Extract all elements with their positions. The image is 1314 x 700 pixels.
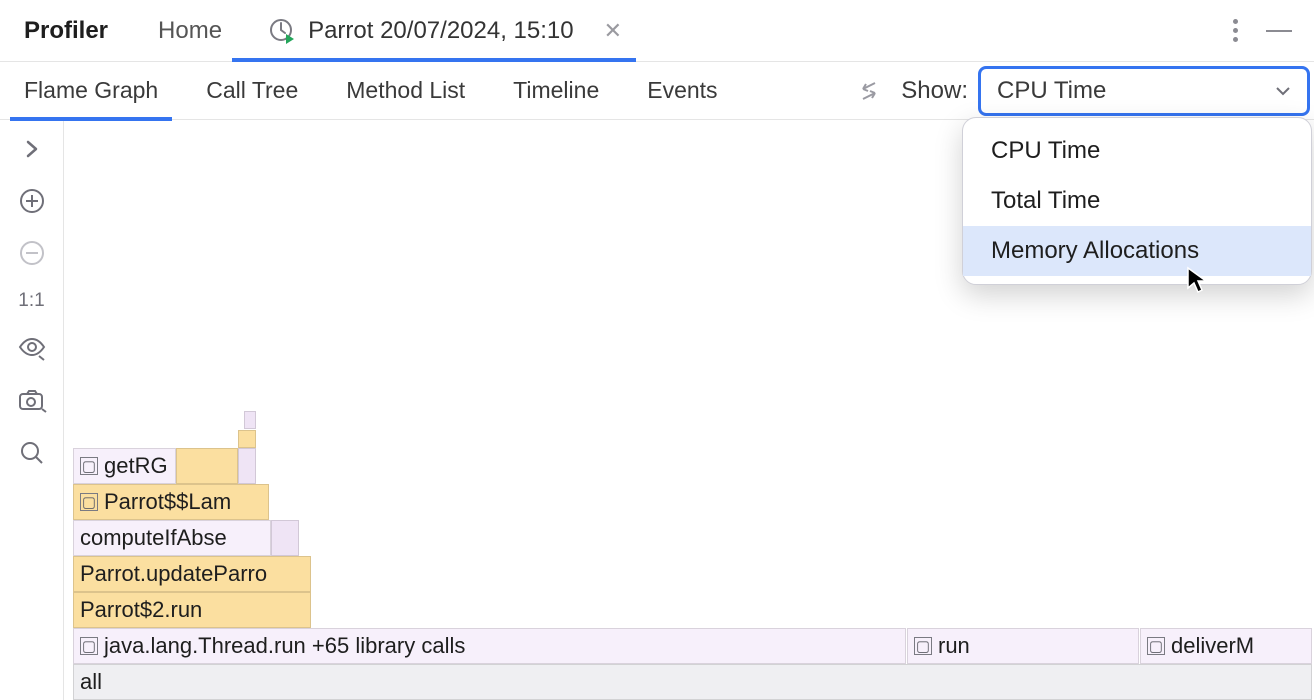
close-icon[interactable]: ✕: [604, 18, 622, 44]
flame-frame-compute[interactable]: computeIfAbse: [73, 520, 271, 556]
dropdown-option-cpu-time[interactable]: CPU Time: [963, 126, 1311, 176]
flame-frame-lambda[interactable]: ▢ Parrot$$Lam: [73, 484, 269, 520]
zoom-in-icon[interactable]: [17, 186, 47, 216]
flame-frame-all[interactable]: all: [73, 664, 1312, 700]
focus-icon[interactable]: [17, 334, 47, 364]
show-dropdown-menu: CPU Time Total Time Memory Allocations: [962, 117, 1312, 285]
view-tab-bar: Flame Graph Call Tree Method List Timeli…: [0, 62, 1314, 120]
title-bar: Profiler Home Parrot 20/07/2024, 15:10 ✕: [0, 0, 1314, 62]
flame-frame[interactable]: [244, 411, 256, 429]
tool-window-title: Profiler: [24, 17, 108, 45]
show-label: Show:: [901, 77, 968, 105]
show-selected-value: CPU Time: [997, 77, 1106, 105]
flame-frame-run[interactable]: ▢ run: [907, 628, 1139, 664]
show-dropdown[interactable]: CPU Time: [978, 66, 1310, 116]
expand-square-icon[interactable]: ▢: [80, 637, 98, 655]
flame-frame-parrot2run[interactable]: Parrot$2.run: [73, 592, 311, 628]
more-options-icon[interactable]: [1233, 19, 1238, 42]
flame-frame[interactable]: [271, 520, 299, 556]
expand-square-icon[interactable]: ▢: [80, 493, 98, 511]
run-profile-icon: [268, 17, 296, 45]
chevron-down-icon: [1275, 83, 1291, 99]
flame-sidebar: 1:1: [0, 120, 64, 700]
minimize-icon[interactable]: [1266, 30, 1292, 32]
expand-square-icon[interactable]: ▢: [80, 457, 98, 475]
flame-frame-update[interactable]: Parrot.updateParro: [73, 556, 311, 592]
tab-events[interactable]: Events: [647, 62, 717, 120]
zoom-out-icon[interactable]: [17, 238, 47, 268]
zoom-reset-button[interactable]: 1:1: [18, 290, 44, 312]
tab-flame-graph[interactable]: Flame Graph: [24, 62, 158, 120]
session-tab[interactable]: Parrot 20/07/2024, 15:10 ✕: [268, 0, 622, 62]
tab-method-list[interactable]: Method List: [346, 62, 465, 120]
expand-square-icon[interactable]: ▢: [914, 637, 932, 655]
camera-icon[interactable]: [17, 386, 47, 416]
flame-frame[interactable]: [238, 430, 256, 448]
tab-call-tree[interactable]: Call Tree: [206, 62, 298, 120]
flame-frame-getrg[interactable]: ▢ getRG: [73, 448, 176, 484]
dropdown-option-total-time[interactable]: Total Time: [963, 176, 1311, 226]
home-tab[interactable]: Home: [158, 17, 222, 45]
session-label: Parrot 20/07/2024, 15:10: [308, 17, 574, 45]
search-icon[interactable]: [17, 438, 47, 468]
flame-frame-deliver[interactable]: ▢ deliverM: [1140, 628, 1312, 664]
dropdown-option-memory-allocations[interactable]: Memory Allocations: [963, 226, 1311, 276]
swap-icon[interactable]: [855, 77, 883, 105]
flame-frame-thread-run[interactable]: ▢ java.lang.Thread.run +65 library calls: [73, 628, 906, 664]
flame-frame[interactable]: [176, 448, 238, 484]
tab-timeline[interactable]: Timeline: [513, 62, 599, 120]
expand-icon[interactable]: [17, 134, 47, 164]
flame-frame[interactable]: [238, 448, 256, 484]
expand-square-icon[interactable]: ▢: [1147, 637, 1165, 655]
